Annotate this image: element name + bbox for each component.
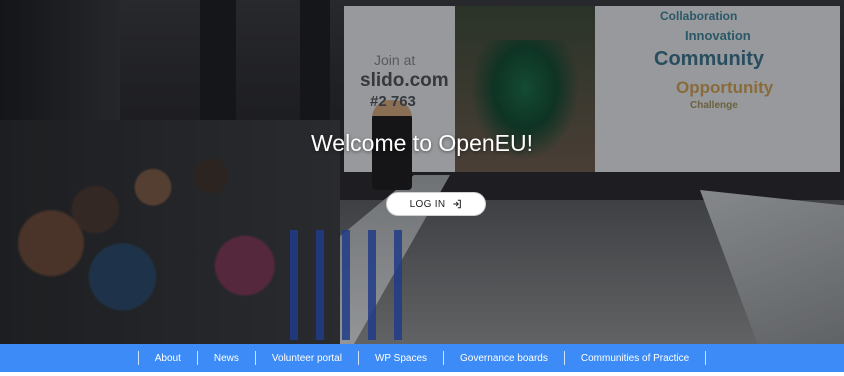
- page-bottom: [0, 372, 844, 376]
- hero-overlay: [0, 0, 844, 344]
- nav-item-communities-of-practice[interactable]: Communities of Practice: [565, 353, 705, 364]
- page-title: Welcome to OpenEU!: [310, 130, 533, 156]
- login-button[interactable]: LOG IN: [386, 192, 486, 216]
- page: Join at slido.com #2 763 Collaboration I…: [0, 0, 844, 376]
- nav-item-about[interactable]: About: [139, 353, 197, 364]
- nav-item-news[interactable]: News: [198, 353, 255, 364]
- nav-separator: [705, 351, 707, 365]
- login-arrow-icon: [453, 199, 462, 209]
- hero-background-image: Join at slido.com #2 763 Collaboration I…: [0, 0, 844, 344]
- nav-item-wp-spaces[interactable]: WP Spaces: [359, 353, 443, 364]
- login-button-label: LOG IN: [409, 198, 446, 210]
- nav-item-governance-boards[interactable]: Governance boards: [444, 353, 564, 364]
- main-nav: About News Volunteer portal WP Spaces Go…: [0, 344, 844, 372]
- nav-item-volunteer-portal[interactable]: Volunteer portal: [256, 353, 358, 364]
